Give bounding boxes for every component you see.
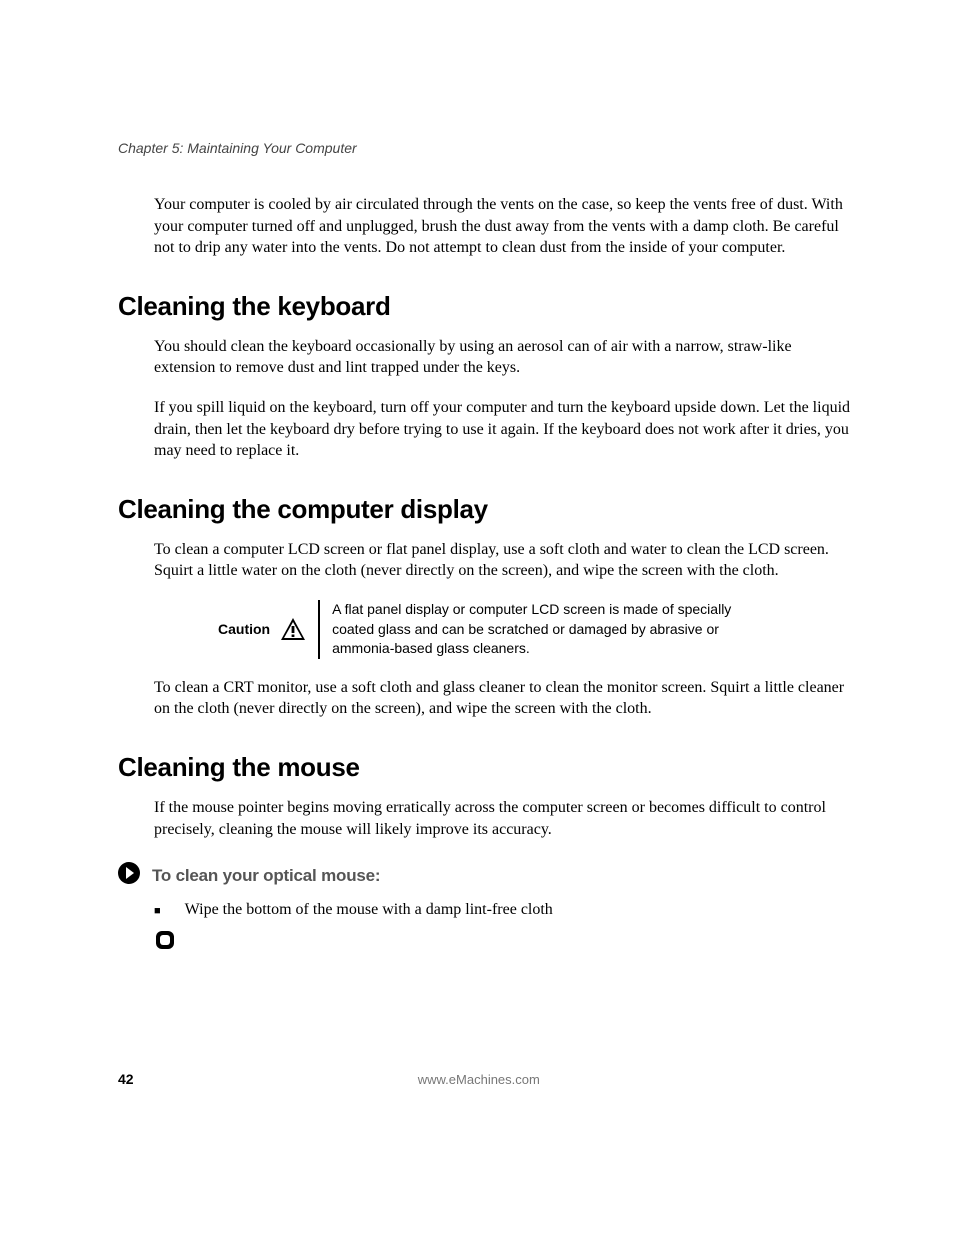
display-p2: To clean a CRT monitor, use a soft cloth… [154, 677, 854, 720]
display-p1: To clean a computer LCD screen or flat p… [154, 539, 854, 582]
heading-mouse: Cleaning the mouse [118, 752, 854, 783]
heading-display: Cleaning the computer display [118, 494, 854, 525]
end-of-procedure-icon [154, 929, 854, 956]
heading-keyboard: Cleaning the keyboard [118, 291, 854, 322]
caution-callout: Caution A flat panel display or computer… [218, 600, 854, 659]
mouse-p1: If the mouse pointer begins moving errat… [154, 797, 854, 840]
warning-icon [276, 600, 318, 659]
list-item: ■ Wipe the bottom of the mouse with a da… [154, 899, 854, 921]
running-head: Chapter 5: Maintaining Your Computer [118, 140, 854, 156]
bullet-text: Wipe the bottom of the mouse with a damp… [185, 899, 553, 921]
keyboard-p1: You should clean the keyboard occasional… [154, 336, 854, 379]
keyboard-p2: If you spill liquid on the keyboard, tur… [154, 397, 854, 462]
procedure-heading: To clean your optical mouse: [118, 862, 854, 889]
caution-text: A flat panel display or computer LCD scr… [332, 600, 762, 659]
caution-label: Caution [218, 600, 276, 659]
arrow-right-icon [118, 862, 140, 889]
square-bullet-icon: ■ [154, 904, 161, 919]
procedure-title: To clean your optical mouse: [152, 866, 380, 886]
intro-paragraph: Your computer is cooled by air circulate… [154, 194, 854, 259]
footer-url: www.eMachines.com [104, 1072, 854, 1087]
page-footer: 42 www.eMachines.com [118, 1071, 854, 1087]
